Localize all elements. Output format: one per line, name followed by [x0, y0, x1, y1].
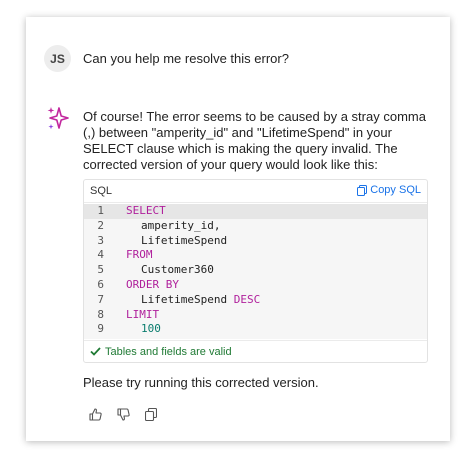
code-line: 7 LifetimeSpend DESC [84, 293, 427, 308]
code-editor[interactable]: 1 SELECT 2 amperity_id, 3 LifetimeSpend … [84, 204, 427, 339]
response-actions [88, 407, 158, 421]
sparkle-icon [47, 107, 69, 130]
validation-text: Tables and fields are valid [105, 345, 232, 358]
line-number: 3 [97, 233, 104, 247]
code-line: 4 FROM [84, 248, 427, 263]
line-number: 6 [97, 277, 104, 291]
user-avatar: JS [44, 45, 71, 72]
copy-response-button[interactable] [144, 407, 158, 421]
code-header: SQL Copy SQL [84, 180, 427, 203]
code-text: LifetimeSpend DESC [126, 293, 260, 308]
thumbs-up-button[interactable] [88, 407, 102, 421]
code-keyword: LIMIT [126, 307, 160, 321]
user-message: Can you help me resolve this error? [83, 51, 289, 66]
line-number: 4 [97, 248, 104, 262]
code-keyword: SELECT [126, 204, 166, 217]
line-number: 7 [97, 292, 104, 306]
check-icon [90, 347, 101, 356]
code-line: 2 amperity_id, [84, 219, 427, 234]
code-text: LifetimeSpend [141, 233, 228, 247]
thumbs-up-icon [88, 407, 102, 421]
line-number: 8 [97, 307, 104, 321]
copy-icon [145, 407, 157, 421]
line-number: 9 [97, 322, 104, 336]
line-number: 1 [97, 204, 104, 217]
copy-sql-button[interactable]: Copy SQL [357, 184, 421, 196]
chat-card: JS Can you help me resolve this error? O… [26, 17, 450, 441]
code-text: Customer360 [141, 263, 214, 277]
code-language-label: SQL [90, 185, 113, 197]
code-keyword: ORDER BY [126, 277, 179, 291]
code-line: 6 ORDER BY [84, 278, 427, 293]
code-line: 5 Customer360 [84, 263, 427, 278]
code-keyword: FROM [126, 248, 153, 262]
copy-sql-label: Copy SQL [370, 184, 421, 196]
code-line: 8 LIMIT [84, 308, 427, 323]
code-identifier: LifetimeSpend [141, 292, 228, 306]
code-number: 100 [141, 322, 161, 336]
line-number: 5 [97, 263, 104, 277]
code-block: SQL Copy SQL 1 SELECT 2 amperity_id, 3 L… [83, 179, 428, 363]
thumbs-down-icon [116, 407, 130, 421]
code-keyword: DESC [233, 292, 261, 306]
thumbs-down-button[interactable] [116, 407, 130, 421]
code-line: 3 LifetimeSpend [84, 234, 427, 249]
assistant-message: Of course! The error seems to be caused … [83, 109, 426, 172]
validation-status: Tables and fields are valid [84, 340, 427, 362]
code-text: amperity_id, [141, 218, 221, 232]
copy-icon [357, 184, 368, 196]
line-number: 2 [97, 218, 104, 232]
assistant-closing-message: Please try running this corrected versio… [83, 375, 319, 390]
code-line: 1 SELECT [84, 204, 427, 219]
code-line: 9 100 [84, 322, 427, 337]
